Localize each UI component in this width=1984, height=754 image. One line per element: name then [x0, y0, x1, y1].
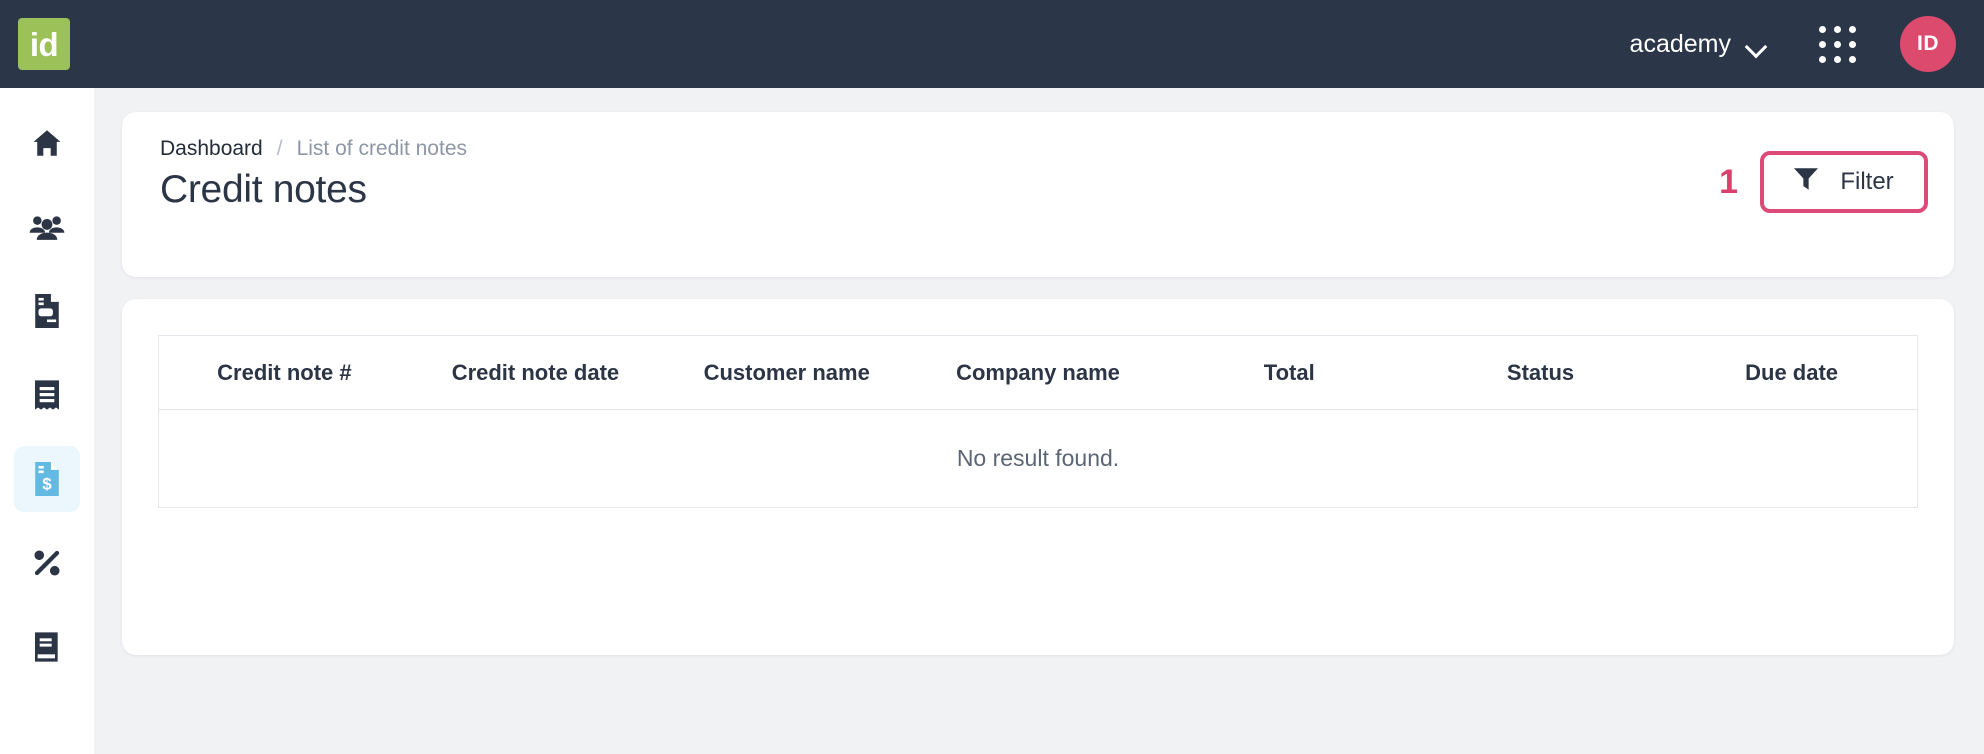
- column-header-total[interactable]: Total: [1164, 336, 1415, 410]
- page-header-left: Dashboard / List of credit notes Credit …: [160, 137, 467, 212]
- chevron-down-icon: [1747, 39, 1767, 50]
- sidebar-item-invoices[interactable]: [14, 362, 80, 428]
- people-icon: [29, 210, 65, 244]
- sidebar: $: [0, 88, 94, 754]
- main-content: Dashboard / List of credit notes Credit …: [94, 88, 1984, 754]
- column-header-company-name[interactable]: Company name: [912, 336, 1163, 410]
- sidebar-item-ledger[interactable]: [14, 614, 80, 680]
- empty-state-message: No result found.: [159, 410, 1918, 508]
- breadcrumb-separator: /: [277, 137, 283, 161]
- sidebar-item-credit-notes[interactable]: $: [14, 446, 80, 512]
- credit-notes-table-card: Credit note # Credit note date Customer …: [122, 299, 1954, 655]
- top-bar: id academy ID: [0, 0, 1984, 88]
- column-header-credit-note-number[interactable]: Credit note #: [159, 336, 410, 410]
- document-icon: [32, 294, 62, 328]
- apps-dot: [1819, 26, 1826, 33]
- page-header-actions: 1 Filter: [1719, 151, 1928, 213]
- sidebar-item-home[interactable]: [14, 110, 80, 176]
- app-logo[interactable]: id: [18, 18, 70, 70]
- column-header-due-date[interactable]: Due date: [1666, 336, 1917, 410]
- page-header-card: Dashboard / List of credit notes Credit …: [122, 112, 1954, 277]
- column-header-status[interactable]: Status: [1415, 336, 1666, 410]
- sidebar-item-quotes[interactable]: [14, 278, 80, 344]
- filter-button-label: Filter: [1840, 168, 1893, 196]
- breadcrumb-current: List of credit notes: [297, 137, 467, 161]
- apps-grid-icon[interactable]: [1819, 26, 1856, 63]
- apps-dot: [1834, 41, 1841, 48]
- svg-text:$: $: [42, 474, 52, 493]
- book-icon: [33, 631, 61, 663]
- apps-dot: [1849, 56, 1856, 63]
- column-header-customer-name[interactable]: Customer name: [661, 336, 912, 410]
- breadcrumb-root[interactable]: Dashboard: [160, 137, 263, 161]
- apps-dot: [1819, 56, 1826, 63]
- apps-dot: [1819, 41, 1826, 48]
- receipt-icon: [33, 379, 61, 411]
- home-icon: [30, 126, 64, 160]
- table-header-row: Credit note # Credit note date Customer …: [159, 336, 1918, 410]
- breadcrumb: Dashboard / List of credit notes: [160, 137, 467, 161]
- credit-notes-table: Credit note # Credit note date Customer …: [158, 335, 1918, 508]
- sidebar-item-customers[interactable]: [14, 194, 80, 260]
- avatar[interactable]: ID: [1900, 16, 1956, 72]
- apps-dot: [1849, 41, 1856, 48]
- funnel-icon: [1794, 168, 1818, 197]
- apps-dot: [1834, 26, 1841, 33]
- table-body: No result found.: [159, 410, 1918, 508]
- filter-button[interactable]: Filter: [1760, 151, 1928, 213]
- step-badge: 1: [1719, 163, 1738, 202]
- column-header-credit-note-date[interactable]: Credit note date: [410, 336, 661, 410]
- sidebar-item-taxes[interactable]: [14, 530, 80, 596]
- tenant-label: academy: [1630, 30, 1731, 59]
- page-title: Credit notes: [160, 168, 467, 212]
- table-head: Credit note # Credit note date Customer …: [159, 336, 1918, 410]
- table-empty-row: No result found.: [159, 410, 1918, 508]
- tenant-switcher[interactable]: academy: [1630, 30, 1767, 59]
- credit-note-icon: $: [32, 462, 62, 496]
- apps-dot: [1834, 56, 1841, 63]
- top-bar-right-group: academy ID: [1630, 16, 1984, 72]
- apps-dot: [1849, 26, 1856, 33]
- percent-icon: [31, 547, 63, 579]
